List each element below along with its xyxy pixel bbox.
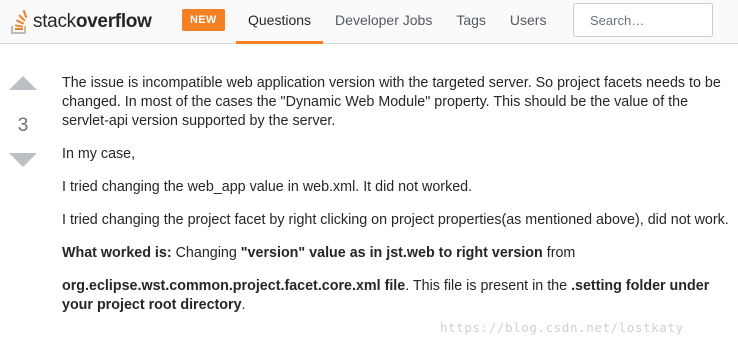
text: from xyxy=(542,245,576,261)
nav-developer-jobs[interactable]: Developer Jobs xyxy=(323,0,444,44)
stackoverflow-logo[interactable]: stackoverflow xyxy=(8,4,152,40)
nav-tags[interactable]: Tags xyxy=(444,0,498,44)
answer-paragraph: I tried changing the web_app value in we… xyxy=(62,179,473,195)
stack-logo-icon xyxy=(11,9,28,34)
main-nav: Questions Developer Jobs Tags Users xyxy=(236,0,558,44)
bold-text: org.eclipse.wst.common.project.facet.cor… xyxy=(62,278,406,294)
answer-paragraph: org.eclipse.wst.common.project.facet.cor… xyxy=(62,277,730,315)
answer-body: The issue is incompatible web applicatio… xyxy=(62,74,730,329)
answer-paragraph: What worked is: Changing "version" value… xyxy=(62,244,730,263)
answer-paragraph: The issue is incompatible web applicatio… xyxy=(62,75,721,129)
search-input[interactable] xyxy=(573,3,713,37)
text: . xyxy=(241,297,246,313)
answer-paragraph: I tried changing the project facet by ri… xyxy=(62,212,729,228)
vote-count: 3 xyxy=(17,115,29,136)
text: Changing xyxy=(171,245,241,261)
nav-questions[interactable]: Questions xyxy=(236,0,324,44)
bold-text: What worked is: xyxy=(62,245,172,261)
nav-users[interactable]: Users xyxy=(498,0,559,44)
watermark: https://blog.csdn.net/lostkaty xyxy=(440,320,684,335)
top-bar: stackoverflow NEW Questions Developer Jo… xyxy=(0,0,738,44)
logo-text: stackoverflow xyxy=(33,11,152,32)
text: . This file is present in the xyxy=(405,278,572,294)
answer-paragraph: In my case, xyxy=(62,146,136,162)
upvote-arrow-icon[interactable] xyxy=(9,76,37,90)
downvote-arrow-icon[interactable] xyxy=(9,153,37,167)
new-badge[interactable]: NEW xyxy=(182,9,225,31)
bold-text: "version" value as in jst.web to right v… xyxy=(240,245,543,261)
